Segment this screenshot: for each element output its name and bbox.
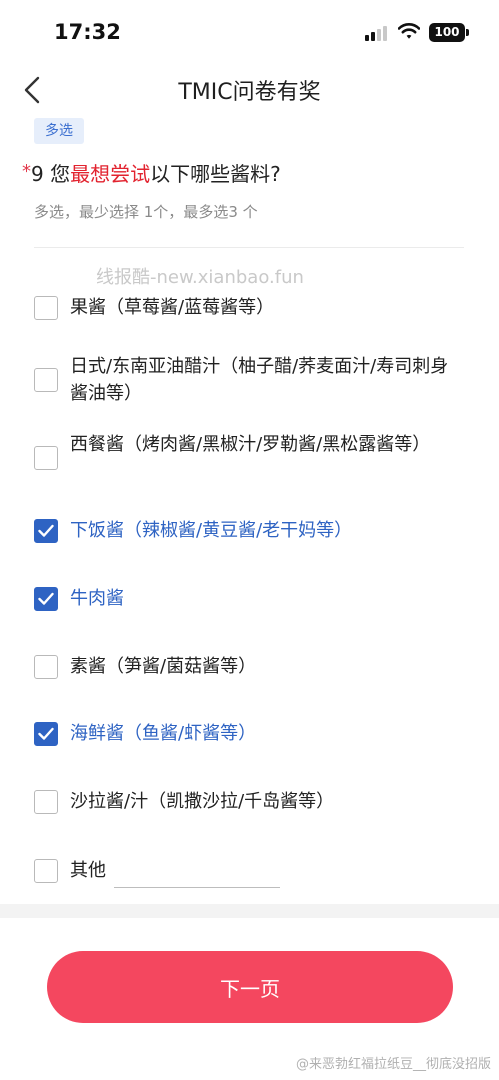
- next-page-button[interactable]: 下一页: [47, 951, 453, 1023]
- nav-title: TMIC问卷有奖: [178, 80, 321, 105]
- option-label: 日式/东南亚油醋汁（柚子醋/荞麦面汁/寿司刺身酱油等）: [70, 356, 449, 404]
- checkbox[interactable]: [34, 296, 58, 320]
- check-icon: [38, 524, 54, 537]
- option-label: 牛肉酱: [70, 588, 124, 609]
- nav-bar: TMIC问卷有奖: [0, 64, 499, 116]
- check-icon: [38, 727, 54, 740]
- watermark-text: 线报酷-new.xianbao.fun: [96, 267, 304, 288]
- other-text-input[interactable]: [114, 887, 280, 888]
- footer-separator: [0, 904, 499, 918]
- question-type-badge: 多选: [34, 118, 84, 144]
- weibo-watermark: @来恶勃红福拉纸豆__彻底没招版: [295, 1057, 491, 1072]
- checkbox[interactable]: [34, 368, 58, 392]
- checkbox[interactable]: [34, 859, 58, 883]
- question-title: *9 您最想尝试以下哪些酱料?: [22, 158, 281, 187]
- checkbox-checked[interactable]: [34, 519, 58, 543]
- battery-tip: [466, 29, 469, 36]
- question-title-prefix: 9 您: [31, 162, 71, 186]
- status-time: 17:32: [54, 20, 121, 44]
- option-label: 素酱（笋酱/菌菇酱等）: [70, 656, 257, 677]
- question-hint: 多选，最少选择 1个，最多选3 个: [34, 203, 258, 221]
- option-label: 海鲜酱（鱼酱/虾酱等）: [70, 723, 257, 744]
- checkbox[interactable]: [34, 446, 58, 470]
- checkbox[interactable]: [34, 790, 58, 814]
- check-icon: [38, 592, 54, 605]
- required-mark: *: [22, 161, 31, 182]
- checkbox-checked[interactable]: [34, 587, 58, 611]
- checkbox[interactable]: [34, 655, 58, 679]
- question-title-highlight: 最想尝试: [70, 162, 151, 186]
- wifi-icon: [398, 23, 420, 39]
- option-label: 其他: [70, 860, 106, 881]
- checkbox-checked[interactable]: [34, 722, 58, 746]
- battery-icon: 100: [429, 23, 465, 42]
- survey-page: 17:32 100 TMIC问卷有奖 多选 *9 您最想尝试以下哪些酱料? 多选…: [0, 0, 499, 1080]
- divider: [34, 247, 464, 248]
- option-label: 西餐酱（烤肉酱/黑椒汁/罗勒酱/黑松露酱等）: [70, 434, 431, 455]
- status-bar: 17:32 100: [0, 0, 499, 64]
- option-label: 沙拉酱/汁（凯撒沙拉/千岛酱等）: [70, 791, 335, 812]
- option-label: 下饭酱（辣椒酱/黄豆酱/老干妈等）: [70, 520, 353, 541]
- option-label: 果酱（草莓酱/蓝莓酱等）: [70, 297, 275, 318]
- question-title-suffix: 以下哪些酱料?: [150, 162, 281, 186]
- cellular-signal-icon: [365, 25, 391, 41]
